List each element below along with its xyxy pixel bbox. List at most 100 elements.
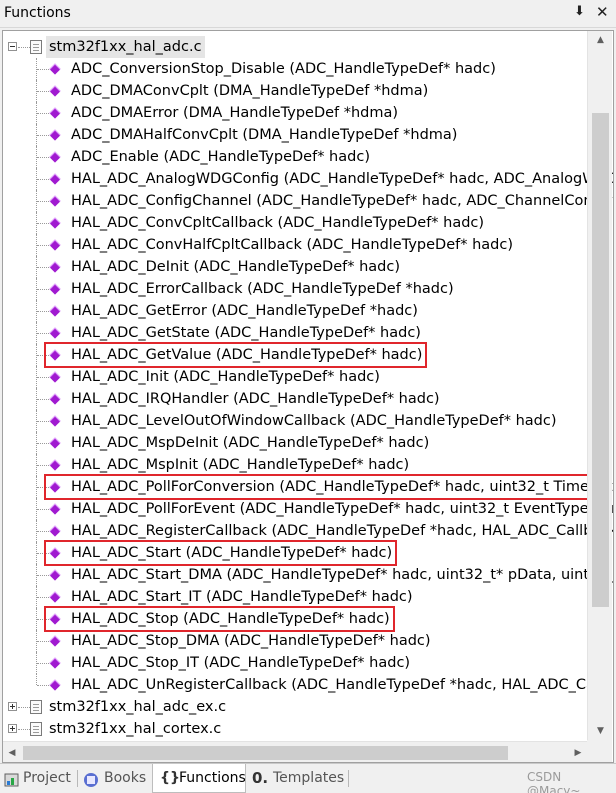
scroll-left-arrow-icon[interactable]: ◀ bbox=[3, 742, 21, 762]
function-icon bbox=[49, 569, 61, 581]
scrollbar-corner bbox=[587, 740, 612, 762]
function-item[interactable]: HAL_ADC_PollForConversion (ADC_HandleTyp… bbox=[3, 476, 613, 498]
function-item[interactable]: HAL_ADC_Start_DMA (ADC_HandleTypeDef* ha… bbox=[3, 564, 613, 586]
function-item[interactable]: ADC_Enable (ADC_HandleTypeDef* hadc) bbox=[3, 146, 587, 168]
expand-icon[interactable] bbox=[8, 724, 17, 733]
tree-file-node[interactable]: stm32f1xx_hal_cortex.c bbox=[3, 718, 587, 740]
tree-guide-line bbox=[37, 575, 49, 576]
function-icon bbox=[49, 261, 61, 273]
pin-icon[interactable]: ⬇ bbox=[574, 4, 585, 19]
function-item[interactable]: HAL_ADC_Start_IT (ADC_HandleTypeDef* had… bbox=[3, 586, 587, 608]
scroll-down-arrow-icon[interactable]: ▼ bbox=[588, 722, 613, 740]
function-icon bbox=[49, 635, 61, 647]
function-item[interactable]: HAL_ADC_ErrorCallback (ADC_HandleTypeDef… bbox=[3, 278, 587, 300]
close-icon[interactable]: ✕ bbox=[596, 3, 609, 21]
function-signature: HAL_ADC_Init (ADC_HandleTypeDef* hadc) bbox=[71, 369, 380, 385]
file-icon bbox=[30, 700, 42, 714]
vertical-scroll-thumb[interactable] bbox=[592, 113, 609, 607]
window-title: Functions bbox=[4, 5, 71, 21]
tree-guide-line bbox=[37, 487, 49, 488]
function-signature: HAL_ADC_RegisterCallback (ADC_HandleType… bbox=[71, 523, 613, 539]
function-icon bbox=[49, 85, 61, 97]
vertical-scrollbar[interactable]: ▲ ▼ bbox=[587, 31, 612, 740]
function-signature: ADC_DMAConvCplt (DMA_HandleTypeDef *hdma… bbox=[71, 83, 429, 99]
tree-guide-line bbox=[37, 531, 49, 532]
window-titlebar: Functions ⬇ ✕ bbox=[0, 0, 616, 28]
tree-guide-line bbox=[18, 729, 30, 730]
function-icon bbox=[49, 437, 61, 449]
function-signature: HAL_ADC_Start (ADC_HandleTypeDef* hadc) bbox=[71, 545, 393, 561]
function-signature: HAL_ADC_GetError (ADC_HandleTypeDef *had… bbox=[71, 303, 418, 319]
function-item[interactable]: HAL_ADC_LevelOutOfWindowCallback (ADC_Ha… bbox=[3, 410, 587, 432]
scroll-right-arrow-icon[interactable]: ▶ bbox=[569, 742, 587, 762]
tab-templates[interactable]: 0. Templates bbox=[248, 764, 349, 793]
file-name: stm32f1xx_hal_adc.c bbox=[46, 36, 205, 58]
function-signature: HAL_ADC_Stop_DMA (ADC_HandleTypeDef* had… bbox=[71, 633, 431, 649]
function-item[interactable]: HAL_ADC_RegisterCallback (ADC_HandleType… bbox=[3, 520, 613, 542]
function-item[interactable]: HAL_ADC_GetState (ADC_HandleTypeDef* had… bbox=[3, 322, 587, 344]
function-item[interactable]: HAL_ADC_Stop (ADC_HandleTypeDef* hadc) bbox=[3, 608, 587, 630]
tab-separator bbox=[348, 770, 349, 787]
function-icon bbox=[49, 327, 61, 339]
function-item[interactable]: HAL_ADC_DeInit (ADC_HandleTypeDef* hadc) bbox=[3, 256, 587, 278]
books-icon bbox=[83, 770, 99, 787]
function-signature: HAL_ADC_UnRegisterCallback (ADC_HandleTy… bbox=[71, 677, 613, 693]
function-signature: ADC_DMAError (DMA_HandleTypeDef *hdma) bbox=[71, 105, 399, 121]
function-item[interactable]: HAL_ADC_MspDeInit (ADC_HandleTypeDef* ha… bbox=[3, 432, 587, 454]
tree-guide-line bbox=[37, 289, 49, 290]
function-icon bbox=[49, 305, 61, 317]
function-item[interactable]: ADC_DMAHalfConvCplt (DMA_HandleTypeDef *… bbox=[3, 124, 587, 146]
function-item[interactable]: HAL_ADC_GetValue (ADC_HandleTypeDef* had… bbox=[3, 344, 587, 366]
function-item[interactable]: HAL_ADC_Stop_DMA (ADC_HandleTypeDef* had… bbox=[3, 630, 587, 652]
scroll-up-arrow-icon[interactable]: ▲ bbox=[588, 31, 613, 49]
function-icon bbox=[49, 239, 61, 251]
tree-guide-line bbox=[37, 553, 49, 554]
function-signature: HAL_ADC_IRQHandler (ADC_HandleTypeDef* h… bbox=[71, 391, 440, 407]
function-item[interactable]: HAL_ADC_IRQHandler (ADC_HandleTypeDef* h… bbox=[3, 388, 587, 410]
function-item[interactable]: ADC_ConversionStop_Disable (ADC_HandleTy… bbox=[3, 58, 587, 80]
function-item[interactable]: HAL_ADC_ConvCpltCallback (ADC_HandleType… bbox=[3, 212, 587, 234]
function-signature: HAL_ADC_LevelOutOfWindowCallback (ADC_Ha… bbox=[71, 413, 557, 429]
function-signature: HAL_ADC_Start_DMA (ADC_HandleTypeDef* ha… bbox=[71, 567, 613, 583]
tree-guide-line bbox=[36, 674, 37, 685]
tree-guide-line bbox=[37, 597, 49, 598]
tab-label: Functions bbox=[179, 770, 246, 786]
tab-books[interactable]: Books bbox=[79, 764, 151, 793]
function-signature: ADC_Enable (ADC_HandleTypeDef* hadc) bbox=[71, 149, 370, 165]
horizontal-scroll-thumb[interactable] bbox=[23, 746, 508, 760]
tree-guide-line bbox=[37, 619, 49, 620]
function-item[interactable]: HAL_ADC_GetError (ADC_HandleTypeDef *had… bbox=[3, 300, 587, 322]
function-signature: HAL_ADC_PollForEvent (ADC_HandleTypeDef*… bbox=[71, 501, 613, 517]
tree-file-node[interactable]: stm32f1xx_hal_adc.c bbox=[3, 36, 587, 58]
function-signature: HAL_ADC_MspInit (ADC_HandleTypeDef* hadc… bbox=[71, 457, 410, 473]
function-item[interactable]: HAL_ADC_Init (ADC_HandleTypeDef* hadc) bbox=[3, 366, 587, 388]
expand-icon[interactable] bbox=[8, 702, 17, 711]
function-item[interactable]: HAL_ADC_AnalogWDGConfig (ADC_HandleTypeD… bbox=[3, 168, 613, 190]
function-signature: HAL_ADC_PollForConversion (ADC_HandleTyp… bbox=[71, 479, 614, 495]
tree-guide-line bbox=[37, 663, 49, 664]
collapse-icon[interactable] bbox=[8, 42, 17, 51]
function-item[interactable]: HAL_ADC_Start (ADC_HandleTypeDef* hadc) bbox=[3, 542, 587, 564]
tab-functions[interactable]: {} Functions bbox=[152, 764, 246, 793]
function-item[interactable]: ADC_DMAError (DMA_HandleTypeDef *hdma) bbox=[3, 102, 587, 124]
watermark: CSDN @Macy~ bbox=[527, 770, 581, 793]
function-signature: HAL_ADC_ErrorCallback (ADC_HandleTypeDef… bbox=[71, 281, 454, 297]
function-item[interactable]: HAL_ADC_MspInit (ADC_HandleTypeDef* hadc… bbox=[3, 454, 587, 476]
function-item[interactable]: HAL_ADC_UnRegisterCallback (ADC_HandleTy… bbox=[3, 674, 613, 696]
function-item[interactable]: ADC_DMAConvCplt (DMA_HandleTypeDef *hdma… bbox=[3, 80, 587, 102]
function-icon bbox=[49, 173, 61, 185]
function-item[interactable]: HAL_ADC_ConfigChannel (ADC_HandleTypeDef… bbox=[3, 190, 613, 212]
horizontal-scrollbar[interactable]: ◀ ▶ bbox=[3, 741, 587, 762]
tree-file-node[interactable]: stm32f1xx_hal_adc_ex.c bbox=[3, 696, 587, 718]
function-signature: HAL_ADC_ConvCpltCallback (ADC_HandleType… bbox=[71, 215, 485, 231]
tree-guide-line bbox=[37, 245, 49, 246]
function-item[interactable]: HAL_ADC_PollForEvent (ADC_HandleTypeDef*… bbox=[3, 498, 613, 520]
function-item[interactable]: HAL_ADC_Stop_IT (ADC_HandleTypeDef* hadc… bbox=[3, 652, 587, 674]
function-icon bbox=[49, 679, 61, 691]
tree-guide-line bbox=[37, 201, 49, 202]
tab-project[interactable]: Project bbox=[0, 764, 78, 793]
function-item[interactable]: HAL_ADC_ConvHalfCpltCallback (ADC_Handle… bbox=[3, 234, 587, 256]
tree-guide-line bbox=[37, 333, 49, 334]
function-icon bbox=[49, 415, 61, 427]
tree-guide-line bbox=[37, 179, 49, 180]
